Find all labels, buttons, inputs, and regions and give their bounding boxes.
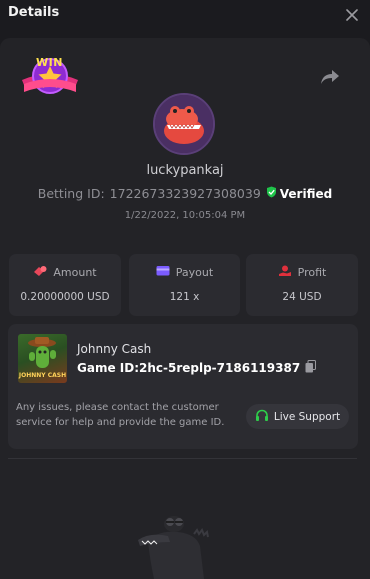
support-help-text: Any issues, please contact the customer … — [16, 402, 225, 428]
game-id-label: Game ID: — [77, 361, 139, 375]
crocodile-avatar-icon — [155, 95, 213, 153]
profit-hand-icon — [278, 265, 292, 280]
live-support-button[interactable]: Live Support — [246, 404, 349, 429]
game-thumbnail[interactable]: JOHNNY CASH — [18, 334, 67, 383]
crocodile-mascot-icon — [134, 512, 214, 579]
page-title: Details — [8, 4, 60, 20]
copy-icon[interactable] — [305, 360, 317, 376]
win-badge-icon: WIN — [18, 54, 82, 104]
game-card: JOHNNY CASH Johnny Cash Game ID: 2hc-5rep… — [8, 324, 358, 449]
stat-profit-label: Profit — [297, 266, 327, 279]
game-thumbnail-label: JOHNNY CASH — [18, 372, 67, 379]
betting-id-line: Betting ID: 1722673323927308039 Verified — [0, 186, 370, 201]
game-id-line: Game ID: 2hc-5replp-7186119387 — [77, 360, 317, 376]
stat-profit-value: 24 USD — [282, 291, 322, 303]
stat-profit: Profit 24 USD — [246, 254, 358, 316]
verified-badge: Verified — [266, 186, 332, 201]
headset-icon — [255, 409, 269, 425]
betting-id-value[interactable]: 1722673323927308039 — [110, 186, 261, 201]
live-support-label: Live Support — [273, 410, 341, 423]
stat-amount-value: 0.20000000 USD — [20, 291, 110, 303]
coins-icon — [33, 265, 47, 280]
stat-payout-value: 121 x — [169, 291, 200, 303]
shield-check-icon — [266, 186, 277, 201]
betting-id-label: Betting ID: — [37, 186, 105, 201]
share-icon[interactable] — [320, 68, 342, 88]
game-name: Johnny Cash — [77, 342, 152, 356]
username: luckypankaj — [146, 163, 224, 178]
close-icon[interactable] — [344, 7, 360, 23]
stat-amount-label: Amount — [53, 266, 97, 279]
win-badge-text: WIN — [36, 56, 63, 69]
divider — [8, 458, 357, 459]
bet-timestamp: 1/22/2022, 10:05:04 PM — [124, 210, 246, 221]
wallet-icon — [156, 265, 170, 279]
cactus-cowboy-icon — [28, 337, 56, 368]
details-header: Details — [0, 0, 370, 30]
verified-label: Verified — [279, 186, 333, 201]
stat-payout: Payout 121 x — [129, 254, 240, 316]
avatar — [153, 93, 215, 155]
stat-amount: Amount 0.20000000 USD — [9, 254, 121, 316]
game-id-value[interactable]: 2hc-5replp-7186119387 — [139, 361, 300, 375]
stat-payout-label: Payout — [175, 265, 214, 279]
